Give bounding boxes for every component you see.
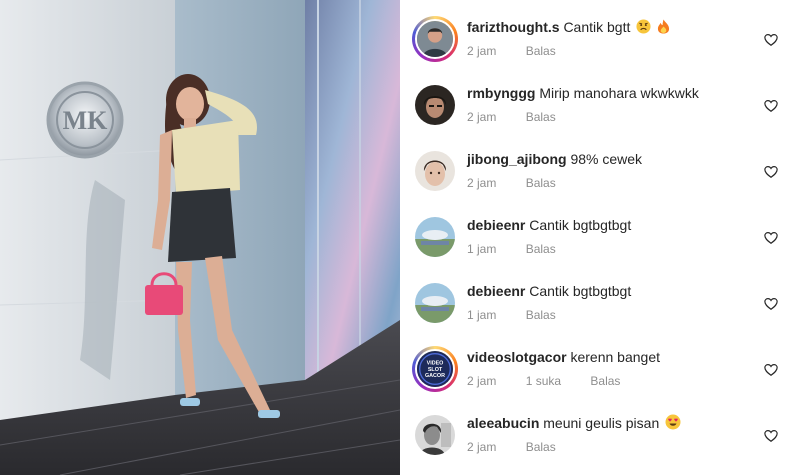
- comment-avatar[interactable]: [415, 151, 455, 191]
- comment-meta: 2 jam Balas: [467, 440, 582, 454]
- comment-time: 2 jam: [467, 176, 497, 190]
- comment-username[interactable]: jibong_ajibong: [467, 151, 567, 167]
- landscape-avatar-icon: [415, 217, 455, 257]
- bw-photo-avatar-icon: [415, 415, 455, 455]
- comment-username[interactable]: aleeabucin: [467, 415, 539, 431]
- person-avatar-icon: [417, 21, 453, 57]
- comment-avatar[interactable]: [415, 217, 455, 257]
- fire-icon: [657, 19, 670, 38]
- comment-item: VIDEO SLOT GACOR videoslotgacor kerenn b…: [400, 335, 800, 401]
- comment-body: meuni geulis pisan: [543, 415, 660, 431]
- comment-text-line: debieenr Cantik bgtbgtbgt: [467, 216, 757, 234]
- reply-button[interactable]: Balas: [526, 308, 556, 322]
- comment-item: aleeabucin meuni geulis pisan 2 jam Bala…: [400, 401, 800, 467]
- comment-time: 1 jam: [467, 242, 497, 256]
- comment-item: rmbynggg Mirip manohara wkwkwkk 2 jam Ba…: [400, 71, 800, 137]
- comment-avatar[interactable]: [415, 85, 455, 125]
- comment-username[interactable]: videoslotgacor: [467, 349, 567, 365]
- comment-body: Cantik bgtbgtbgt: [529, 283, 632, 299]
- comment-avatar[interactable]: [415, 283, 455, 323]
- like-heart-icon[interactable]: [764, 231, 778, 245]
- reply-button[interactable]: Balas: [526, 440, 556, 454]
- comment-avatar[interactable]: [412, 16, 458, 62]
- comment-text-line: rmbynggg Mirip manohara wkwkwkk: [467, 84, 757, 102]
- comment-meta: 2 jam 1 suka Balas: [467, 374, 646, 388]
- like-heart-icon[interactable]: [764, 429, 778, 443]
- comment-body: 98% cewek: [570, 151, 643, 167]
- heart-eyes-icon: [665, 414, 681, 434]
- comment-avatar[interactable]: [415, 415, 455, 455]
- like-heart-icon[interactable]: [764, 99, 778, 113]
- svg-text:SLOT: SLOT: [428, 367, 443, 373]
- comment-username[interactable]: rmbynggg: [467, 85, 535, 101]
- reply-button[interactable]: Balas: [526, 44, 556, 58]
- svg-text:VIDEO: VIDEO: [427, 361, 444, 367]
- reply-button[interactable]: Balas: [526, 176, 556, 190]
- landscape-avatar-icon: [415, 283, 455, 323]
- comment-body: kerenn banget: [570, 349, 661, 365]
- comment-item: farizthought.s Cantik bgtt 2 jam Balas: [400, 5, 800, 71]
- comment-text-line: aleeabucin meuni geulis pisan: [467, 414, 757, 434]
- person-avatar-icon: [415, 85, 455, 125]
- comment-body: Cantik bgtt: [563, 19, 631, 35]
- comment-text-line: debieenr Cantik bgtbgtbgt: [467, 282, 757, 300]
- person-avatar-icon: [415, 151, 455, 191]
- comment-meta: 2 jam Balas: [467, 176, 582, 190]
- reply-button[interactable]: Balas: [590, 374, 620, 388]
- like-heart-icon[interactable]: [764, 297, 778, 311]
- comment-meta: 2 jam Balas: [467, 110, 582, 124]
- comment-text-line: videoslotgacor kerenn banget: [467, 348, 757, 366]
- comment-avatar[interactable]: VIDEO SLOT GACOR: [412, 346, 458, 392]
- comment-item: debieenr Cantik bgtbgtbgt 1 jam Balas: [400, 269, 800, 335]
- comment-item: debieenr Cantik bgtbgtbgt 1 jam Balas: [400, 203, 800, 269]
- comment-likes[interactable]: 1 suka: [526, 374, 561, 388]
- reply-button[interactable]: Balas: [526, 242, 556, 256]
- comments-panel: farizthought.s Cantik bgtt 2 jam Balas r…: [400, 0, 800, 475]
- like-heart-icon[interactable]: [764, 165, 778, 179]
- comment-body: Cantik bgtbgtbgt: [529, 217, 632, 233]
- logo-avatar-icon: VIDEO SLOT GACOR: [417, 351, 453, 387]
- comment-body: Mirip manohara wkwkwkk: [539, 85, 699, 101]
- comment-meta: 2 jam Balas: [467, 44, 582, 58]
- comment-item: jibong_ajibong 98% cewek 2 jam Balas: [400, 137, 800, 203]
- comment-username[interactable]: farizthought.s: [467, 19, 560, 35]
- comment-meta: 1 jam Balas: [467, 242, 582, 256]
- comment-time: 2 jam: [467, 374, 497, 388]
- like-heart-icon[interactable]: [764, 363, 778, 377]
- comment-time: 2 jam: [467, 44, 497, 58]
- svg-text:MK: MK: [63, 106, 109, 135]
- like-heart-icon[interactable]: [764, 33, 778, 47]
- reply-button[interactable]: Balas: [526, 110, 556, 124]
- comment-text-line: jibong_ajibong 98% cewek: [467, 150, 757, 168]
- post-photo[interactable]: MK: [0, 0, 400, 475]
- comment-username[interactable]: debieenr: [467, 217, 525, 233]
- svg-text:GACOR: GACOR: [425, 373, 445, 379]
- comment-time: 2 jam: [467, 110, 497, 124]
- comment-time: 1 jam: [467, 308, 497, 322]
- sad-face-icon: [636, 19, 651, 38]
- comment-username[interactable]: debieenr: [467, 283, 525, 299]
- post-photo-illustration: MK: [0, 0, 400, 475]
- comment-time: 2 jam: [467, 440, 497, 454]
- comment-text-line: farizthought.s Cantik bgtt: [467, 18, 757, 38]
- comment-meta: 1 jam Balas: [467, 308, 582, 322]
- mk-logo: MK: [46, 81, 124, 159]
